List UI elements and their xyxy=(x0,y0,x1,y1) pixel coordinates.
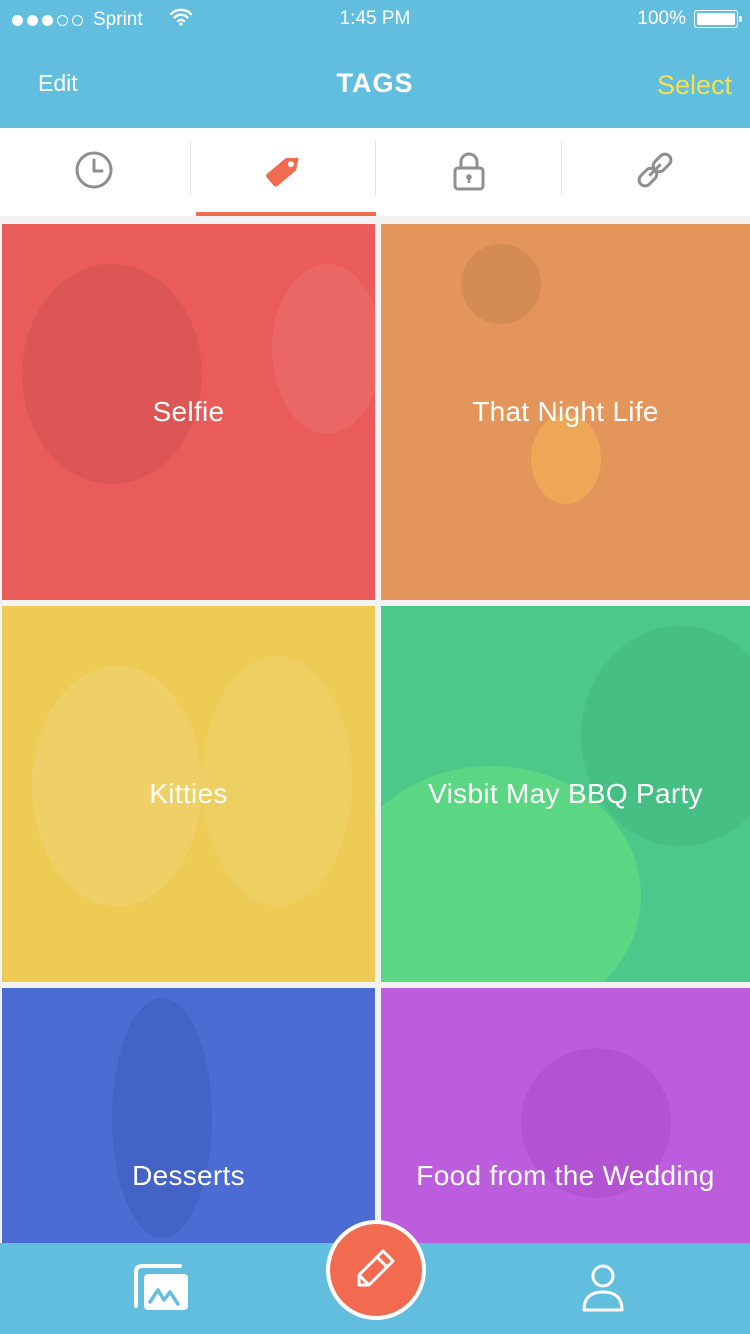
tag-label: Food from the Wedding xyxy=(416,1160,715,1191)
divider xyxy=(0,216,750,224)
profile-button[interactable] xyxy=(580,1262,626,1314)
profile-icon xyxy=(580,1264,626,1318)
status-bar: Sprint 1:45 PM 100% xyxy=(0,0,750,40)
tag-label: Desserts xyxy=(132,1160,245,1191)
battery-indicator: 100% xyxy=(637,8,742,30)
tag-label: Selfie xyxy=(152,396,225,427)
battery-icon xyxy=(694,10,742,28)
compose-button[interactable] xyxy=(326,1220,426,1320)
tag-tile-night-life[interactable]: That Night Life xyxy=(381,224,750,600)
gallery-button[interactable] xyxy=(130,1262,192,1314)
tag-icon xyxy=(259,145,309,200)
tag-tile-selfie[interactable]: Selfie xyxy=(2,224,375,600)
tag-tile-bbq-party[interactable]: Visbit May BBQ Party xyxy=(381,606,750,982)
clock-icon xyxy=(73,149,115,196)
battery-percent: 100% xyxy=(637,8,686,29)
tag-label: That Night Life xyxy=(472,396,659,427)
tag-tile-wedding-food[interactable]: Food from the Wedding xyxy=(381,988,750,1244)
page-title: TAGS xyxy=(336,68,414,98)
tab-tags[interactable] xyxy=(190,128,377,216)
tab-bar xyxy=(0,128,750,216)
gallery-icon xyxy=(130,1264,192,1318)
tag-tile-desserts[interactable]: Desserts xyxy=(2,988,375,1244)
tag-label: Visbit May BBQ Party xyxy=(428,778,703,809)
tab-private[interactable] xyxy=(375,128,562,216)
tag-label: Kitties xyxy=(149,778,228,809)
link-icon xyxy=(632,147,678,198)
tab-links[interactable] xyxy=(561,128,748,216)
lock-icon xyxy=(448,149,490,196)
top-bar: Sprint 1:45 PM 100% Edit TAGS Select xyxy=(0,0,750,128)
pencil-icon xyxy=(353,1245,399,1296)
tag-tile-kitties[interactable]: Kitties xyxy=(2,606,375,982)
select-button[interactable]: Select xyxy=(657,70,732,101)
tab-recent[interactable] xyxy=(0,128,187,216)
